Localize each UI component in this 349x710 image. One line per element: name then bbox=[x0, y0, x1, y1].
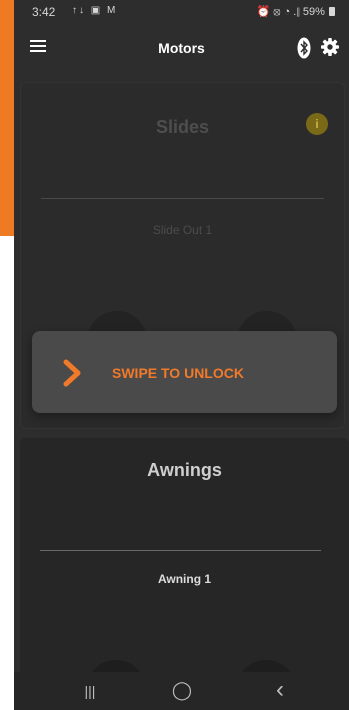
divider bbox=[40, 550, 321, 551]
system-nav-bar: ||| ◯ ‹ bbox=[14, 672, 349, 710]
recents-button[interactable]: ||| bbox=[70, 683, 110, 705]
awning-label: Awning 1 bbox=[157, 572, 212, 586]
awnings-heading: Awnings bbox=[147, 460, 222, 480]
motor-list: Slides i Slide Out 1 SWIPE TO UNLOCK Awn… bbox=[14, 72, 349, 710]
bluetooth-icon[interactable] bbox=[297, 37, 311, 59]
swipe-to-unlock-slider[interactable]: SWIPE TO UNLOCK bbox=[32, 331, 337, 413]
system-icons: ⏰ ⦻ ◔ .∥ 59% bbox=[256, 5, 335, 19]
app-bar: Motors bbox=[14, 26, 349, 72]
phone-screen: 3:42 ↑↓ ▣ M ⏰ ⦻ ◔ .∥ 59% Motors Slides i… bbox=[14, 0, 349, 710]
battery-percent: 59% bbox=[302, 6, 325, 18]
signal-icons: ⏰ ⦻ ◔ .∥ bbox=[256, 6, 300, 18]
status-bar: 3:42 ↑↓ ▣ M ⏰ ⦻ ◔ .∥ 59% bbox=[14, 0, 349, 24]
awnings-card: Awnings Awning 1 bbox=[20, 438, 349, 710]
battery-icon bbox=[329, 7, 335, 16]
swipe-to-unlock-label: SWIPE TO UNLOCK bbox=[112, 365, 244, 381]
divider bbox=[41, 198, 324, 199]
gear-icon[interactable] bbox=[321, 38, 339, 56]
status-time: 3:42 bbox=[32, 5, 56, 19]
info-icon[interactable]: i bbox=[306, 113, 328, 135]
slide-out-label: Slide Out 1 bbox=[152, 223, 213, 237]
slides-heading: Slides bbox=[155, 117, 210, 137]
background-edge bbox=[0, 0, 14, 236]
home-button[interactable]: ◯ bbox=[162, 680, 202, 702]
notification-icons: ↑↓ ▣ M bbox=[72, 5, 118, 16]
chevron-right-icon[interactable] bbox=[62, 359, 84, 387]
back-button[interactable]: ‹ bbox=[260, 676, 300, 703]
